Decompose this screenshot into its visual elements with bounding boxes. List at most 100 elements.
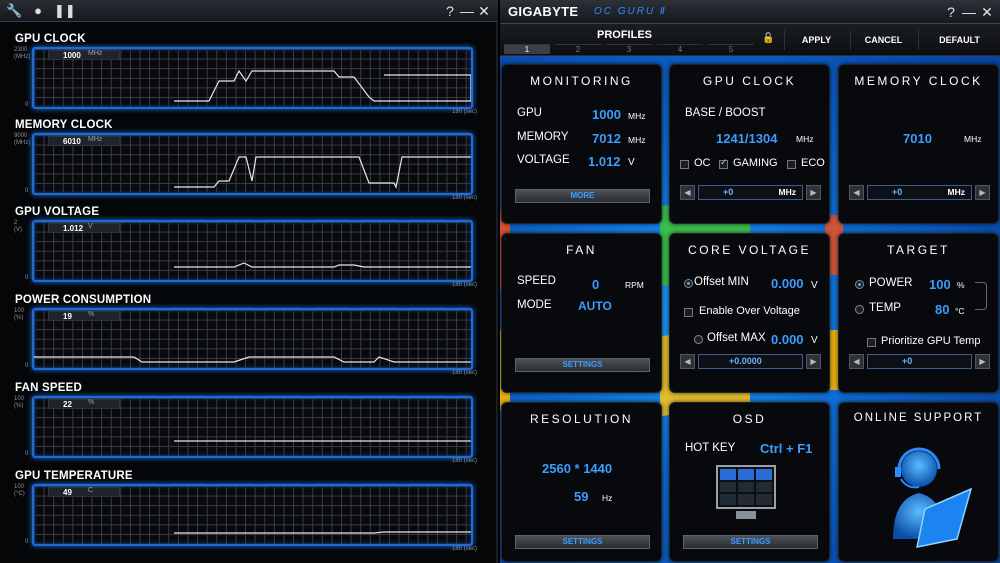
monitor-titlebar: 🔧 ● ❚❚ ? — ✕ xyxy=(0,0,498,22)
profile-tab-4[interactable]: 4 xyxy=(657,44,703,54)
toolbar: PROFILES 1 2 3 4 5 🔓 APPLY CANCEL DEFAUL… xyxy=(500,24,1000,56)
offset-min-value: 0.000 xyxy=(771,276,804,291)
hotkey-label: HOT KEY xyxy=(685,442,736,454)
oc-guru-window: GIGABYTE OC GURU Ⅱ ? — ✕ PROFILES 1 2 3 … xyxy=(500,0,1000,563)
help-button[interactable]: ? xyxy=(442,2,458,20)
gaming-checkbox[interactable] xyxy=(719,157,728,169)
eco-label: ECO xyxy=(801,157,825,169)
decrease-arrow-icon[interactable]: ◀ xyxy=(680,354,695,369)
graph-label: MEMORY CLOCK xyxy=(15,119,113,131)
graph-scale-zero: 0 xyxy=(25,363,29,369)
profile-tab-2[interactable]: 2 xyxy=(555,44,601,54)
graph-panel: 100 (%) 0 22% 180 (sec) xyxy=(14,396,479,466)
monitor-icon xyxy=(716,465,776,509)
monitor-window: 🔧 ● ❚❚ ? — ✕ GPU CLOCK 2300 (MHz) 0 1000 MHz… xyxy=(0,0,498,563)
memory-label: MEMORY xyxy=(517,131,569,143)
temp-value: 80 xyxy=(935,302,950,317)
fan-speed-value: 0 xyxy=(592,277,600,292)
graph-trace xyxy=(34,356,471,363)
online-support-panel[interactable]: ONLINE SUPPORT xyxy=(838,402,999,562)
graph-trace xyxy=(174,262,471,268)
target-offset-field[interactable]: +0 xyxy=(867,354,972,369)
offset-max-radio[interactable] xyxy=(694,335,703,344)
minimize-button[interactable]: — xyxy=(961,3,977,21)
help-button[interactable]: ? xyxy=(943,3,959,21)
decrease-arrow-icon[interactable]: ◀ xyxy=(849,185,864,200)
graph-scale-max: 100 (°C) xyxy=(14,484,25,497)
increase-arrow-icon[interactable]: ▶ xyxy=(975,354,990,369)
graph-scale-max: 9000 (MHz) xyxy=(14,133,31,146)
graph-scale-max: 100 (%) xyxy=(14,308,25,321)
profile-tab-1[interactable]: 1 xyxy=(504,44,550,54)
offset-max-label: Offset MAX xyxy=(707,332,766,344)
offset-max-unit: V xyxy=(811,335,818,346)
more-button[interactable]: MORE xyxy=(515,189,650,203)
power-radio[interactable] xyxy=(855,280,864,289)
increase-arrow-icon[interactable]: ▶ xyxy=(975,185,990,200)
gpu-unit: MHz xyxy=(628,111,646,121)
monitor-stand xyxy=(736,511,756,519)
enable-over-voltage-label: Enable Over Voltage xyxy=(699,305,800,317)
support-agent-icon xyxy=(893,447,973,548)
increase-arrow-icon[interactable]: ▶ xyxy=(806,185,821,200)
graph-time-window: 180 (sec) xyxy=(451,370,477,376)
graph-label: POWER CONSUMPTION xyxy=(15,294,152,306)
minimize-button[interactable]: — xyxy=(459,2,475,20)
memory-clock-offset-field[interactable]: +0 MHz xyxy=(867,185,972,200)
record-icon[interactable]: ● xyxy=(30,3,46,19)
resolution-settings-button[interactable]: SETTINGS xyxy=(515,535,650,549)
memory-clock-panel: MEMORY CLOCK 7010 MHz ◀ +0 MHz ▶ xyxy=(838,64,999,224)
profile-tab-3[interactable]: 3 xyxy=(606,44,652,54)
resolution-panel: RESOLUTION 2560 * 1440 59 Hz SETTINGS xyxy=(501,402,662,562)
resolution-value: 2560 * 1440 xyxy=(542,461,613,476)
eco-checkbox[interactable] xyxy=(787,160,796,169)
graph-time-window: 180 (sec) xyxy=(451,458,477,464)
refresh-rate-value: 59 xyxy=(574,489,589,504)
power-label: POWER xyxy=(869,277,913,289)
graph-scale-zero: 0 xyxy=(25,539,29,545)
graph-label: GPU TEMPERATURE xyxy=(15,470,133,482)
default-button[interactable]: DEFAULT xyxy=(918,30,1000,50)
decrease-arrow-icon[interactable]: ◀ xyxy=(849,354,864,369)
offset-value: +0 xyxy=(892,187,903,197)
resolution-title: RESOLUTION xyxy=(529,412,633,426)
offset-min-radio[interactable] xyxy=(684,279,693,288)
enable-over-voltage-checkbox[interactable] xyxy=(684,308,693,317)
link-bracket-icon[interactable] xyxy=(975,282,987,310)
memory-clock-title: MEMORY CLOCK xyxy=(854,74,983,88)
temp-unit: °C xyxy=(955,306,965,316)
close-button[interactable]: ✕ xyxy=(476,2,492,20)
decrease-arrow-icon[interactable]: ◀ xyxy=(680,185,695,200)
osd-title: OSD xyxy=(732,412,767,426)
graph-time-window: 180 (sec) xyxy=(451,109,477,115)
lock-icon[interactable]: 🔓 xyxy=(762,33,774,45)
prioritize-gpu-temp-checkbox[interactable] xyxy=(867,338,876,347)
graph-scale-zero: 0 xyxy=(25,451,29,457)
cancel-button[interactable]: CANCEL xyxy=(850,30,916,50)
graph-panel: 100 (°C) 0 49 C 180 (sec) xyxy=(14,484,479,554)
gpu-clock-panel: GPU CLOCK BASE / BOOST 1241/1304 MHz OC … xyxy=(669,64,830,224)
gpu-clock-title: GPU CLOCK xyxy=(702,74,797,88)
offset-max-value: 0.000 xyxy=(771,332,804,347)
temp-radio[interactable] xyxy=(855,305,864,314)
oc-checkbox[interactable] xyxy=(680,160,689,169)
core-voltage-panel: CORE VOLTAGE Offset MIN 0.000 V Enable O… xyxy=(669,233,830,393)
core-voltage-offset-field[interactable]: +0.0000 xyxy=(698,354,803,369)
target-title: TARGET xyxy=(887,243,950,257)
increase-arrow-icon[interactable]: ▶ xyxy=(806,354,821,369)
wrench-icon[interactable]: 🔧 xyxy=(6,3,22,19)
monitoring-panel: MONITORING GPU 1000 MHz MEMORY 7012 MHz … xyxy=(501,64,662,224)
osd-panel: OSD HOT KEY Ctrl + F1 SETTINGS xyxy=(669,402,830,562)
pause-icon[interactable]: ❚❚ xyxy=(54,3,76,19)
profile-tab-5[interactable]: 5 xyxy=(708,44,754,54)
osd-settings-button[interactable]: SETTINGS xyxy=(683,535,818,549)
apply-button[interactable]: APPLY xyxy=(784,30,848,50)
close-button[interactable]: ✕ xyxy=(979,3,995,21)
graph-scale-max: 2 (V) xyxy=(14,220,22,233)
offset-min-unit: V xyxy=(811,280,818,291)
fan-settings-button[interactable]: SETTINGS xyxy=(515,358,650,372)
gpu-clock-offset-field[interactable]: +0 MHz xyxy=(698,185,803,200)
graph-trace xyxy=(174,156,471,189)
memory-unit: MHz xyxy=(628,135,646,145)
voltage-unit: V xyxy=(628,157,635,168)
